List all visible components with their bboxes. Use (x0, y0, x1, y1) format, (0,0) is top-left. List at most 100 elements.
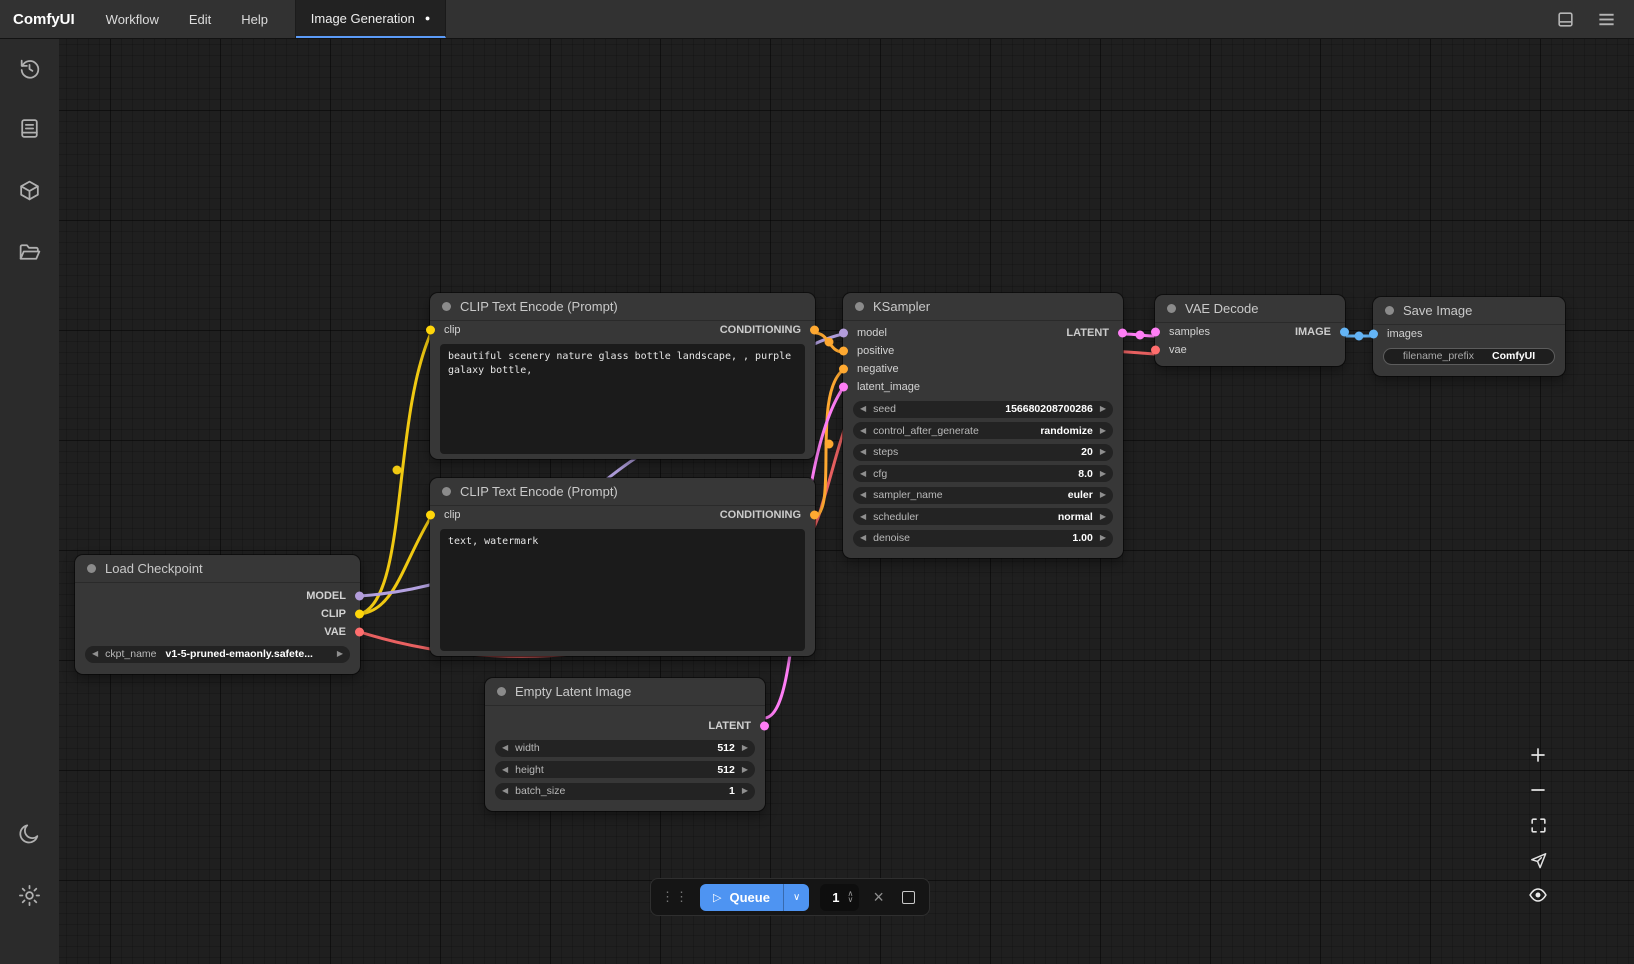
batch-size-widget[interactable]: ◀ batch_size 1 ▶ (495, 783, 755, 800)
link-dot-clip[interactable] (393, 466, 402, 475)
next-arrow-icon[interactable]: ▶ (1100, 491, 1106, 499)
settings-gear-icon[interactable] (17, 883, 42, 908)
collapse-dot-icon[interactable] (1167, 304, 1176, 313)
decrement-arrow-icon[interactable]: ◀ (860, 470, 866, 478)
next-arrow-icon[interactable]: ▶ (337, 650, 343, 658)
node-clip-text-encode-negative[interactable]: CLIP Text Encode (Prompt) clip CONDITION… (430, 478, 815, 656)
node-title-bar[interactable]: CLIP Text Encode (Prompt) (430, 478, 815, 506)
workflows-folder-icon[interactable] (17, 240, 42, 265)
negative-prompt-textarea[interactable]: text, watermark (440, 529, 805, 651)
fit-view-button[interactable] (1524, 814, 1552, 836)
width-widget[interactable]: ◀ width 512 ▶ (495, 740, 755, 757)
next-arrow-icon[interactable]: ▶ (1100, 513, 1106, 521)
increment-arrow-icon[interactable]: ▶ (1100, 534, 1106, 542)
collapse-dot-icon[interactable] (87, 564, 96, 573)
conditioning-output-slot[interactable] (810, 326, 819, 335)
link-dot-image[interactable] (1355, 332, 1364, 341)
batch-count-stepper[interactable]: 1 ∧ ∨ (820, 884, 859, 911)
increment-arrow-icon[interactable]: ▶ (742, 744, 748, 752)
node-title-bar[interactable]: Save Image (1373, 297, 1565, 325)
seed-widget[interactable]: ◀ seed 156680208700286 ▶ (853, 401, 1113, 418)
collapse-dot-icon[interactable] (1385, 306, 1394, 315)
collapse-dot-icon[interactable] (855, 302, 864, 311)
menu-help[interactable]: Help (226, 0, 283, 38)
queue-history-icon[interactable] (17, 56, 42, 81)
link-dot-positive[interactable] (825, 338, 834, 347)
bottom-panel-toggle-icon[interactable] (1556, 10, 1575, 29)
queue-button[interactable]: ▷ Queue (700, 884, 783, 911)
negative-input-slot[interactable] (839, 365, 848, 374)
decrement-arrow-icon[interactable]: ◀ (860, 448, 866, 456)
vae-input-slot[interactable] (1151, 346, 1160, 355)
collapse-dot-icon[interactable] (497, 687, 506, 696)
increment-arrow-icon[interactable]: ▶ (742, 766, 748, 774)
scheduler-widget[interactable]: ◀ scheduler normal ▶ (853, 508, 1113, 525)
node-ksampler[interactable]: KSampler model LATENT positive negative … (843, 293, 1123, 558)
node-save-image[interactable]: Save Image images filename_prefix ComfyU… (1373, 297, 1565, 376)
image-output-slot[interactable] (1340, 328, 1349, 337)
node-title-bar[interactable]: KSampler (843, 293, 1123, 321)
batch-count-value[interactable]: 1 (832, 890, 839, 905)
latent-output-slot[interactable] (1118, 329, 1127, 338)
prev-arrow-icon[interactable]: ◀ (860, 491, 866, 499)
link-dot-negative[interactable] (825, 440, 834, 449)
stop-icon[interactable] (902, 891, 915, 904)
model-output-slot[interactable] (355, 592, 364, 601)
queue-options-dropdown[interactable]: ∨ (783, 884, 809, 911)
drag-handle-icon[interactable]: ⋮⋮ (661, 889, 689, 905)
zoom-in-button[interactable] (1524, 744, 1552, 766)
next-arrow-icon[interactable]: ▶ (1100, 427, 1106, 435)
clip-input-slot[interactable] (426, 511, 435, 520)
select-mode-button[interactable] (1524, 849, 1552, 871)
vae-output-slot[interactable] (355, 628, 364, 637)
node-library-icon[interactable] (17, 116, 42, 141)
prev-arrow-icon[interactable]: ◀ (92, 650, 98, 658)
ckpt-name-widget[interactable]: ◀ ckpt_name v1-5-pruned-emaonly.safete..… (85, 646, 350, 663)
decrement-arrow-icon[interactable]: ◀ (860, 405, 866, 413)
control-after-generate-widget[interactable]: ◀ control_after_generate randomize ▶ (853, 422, 1113, 439)
spinner-down-icon[interactable]: ∨ (848, 897, 854, 903)
increment-arrow-icon[interactable]: ▶ (1100, 470, 1106, 478)
node-load-checkpoint[interactable]: Load Checkpoint MODEL CLIP VAE ◀ ckpt_na… (75, 555, 360, 674)
steps-widget[interactable]: ◀ steps 20 ▶ (853, 444, 1113, 461)
decrement-arrow-icon[interactable]: ◀ (860, 534, 866, 542)
increment-arrow-icon[interactable]: ▶ (1100, 448, 1106, 456)
decrement-arrow-icon[interactable]: ◀ (502, 787, 508, 795)
prev-arrow-icon[interactable]: ◀ (860, 427, 866, 435)
model-library-icon[interactable] (17, 178, 42, 203)
denoise-widget[interactable]: ◀ denoise 1.00 ▶ (853, 530, 1113, 547)
node-empty-latent-image[interactable]: Empty Latent Image LATENT ◀ width 512 ▶ … (485, 678, 765, 811)
images-input-slot[interactable] (1369, 330, 1378, 339)
sampler-name-widget[interactable]: ◀ sampler_name euler ▶ (853, 487, 1113, 504)
collapse-dot-icon[interactable] (442, 487, 451, 496)
clip-output-slot[interactable] (355, 610, 364, 619)
theme-toggle-moon-icon[interactable] (17, 821, 42, 846)
positive-input-slot[interactable] (839, 347, 848, 356)
collapse-dot-icon[interactable] (442, 302, 451, 311)
increment-arrow-icon[interactable]: ▶ (1100, 405, 1106, 413)
node-vae-decode[interactable]: VAE Decode samples IMAGE vae (1155, 295, 1345, 366)
increment-arrow-icon[interactable]: ▶ (742, 787, 748, 795)
node-title-bar[interactable]: Load Checkpoint (75, 555, 360, 583)
tab-image-generation[interactable]: Image Generation ● (296, 0, 446, 38)
comfyui-logo[interactable]: ComfyUI (0, 0, 91, 38)
node-clip-text-encode-positive[interactable]: CLIP Text Encode (Prompt) clip CONDITION… (430, 293, 815, 459)
cfg-widget[interactable]: ◀ cfg 8.0 ▶ (853, 465, 1113, 482)
filename-prefix-widget[interactable]: filename_prefix ComfyUI (1383, 348, 1555, 365)
clip-input-slot[interactable] (426, 326, 435, 335)
height-widget[interactable]: ◀ height 512 ▶ (495, 761, 755, 778)
menu-workflow[interactable]: Workflow (91, 0, 174, 38)
menu-edit[interactable]: Edit (174, 0, 226, 38)
zoom-out-button[interactable] (1524, 779, 1552, 801)
decrement-arrow-icon[interactable]: ◀ (502, 744, 508, 752)
conditioning-output-slot[interactable] (810, 511, 819, 520)
link-dot-latent[interactable] (1136, 331, 1145, 340)
toggle-links-eye-icon[interactable] (1524, 884, 1552, 906)
positive-prompt-textarea[interactable]: beautiful scenery nature glass bottle la… (440, 344, 805, 454)
clear-queue-icon[interactable]: × (870, 888, 887, 906)
latent-output-slot[interactable] (760, 722, 769, 731)
latent-image-input-slot[interactable] (839, 383, 848, 392)
decrement-arrow-icon[interactable]: ◀ (502, 766, 508, 774)
node-title-bar[interactable]: Empty Latent Image (485, 678, 765, 706)
samples-input-slot[interactable] (1151, 328, 1160, 337)
